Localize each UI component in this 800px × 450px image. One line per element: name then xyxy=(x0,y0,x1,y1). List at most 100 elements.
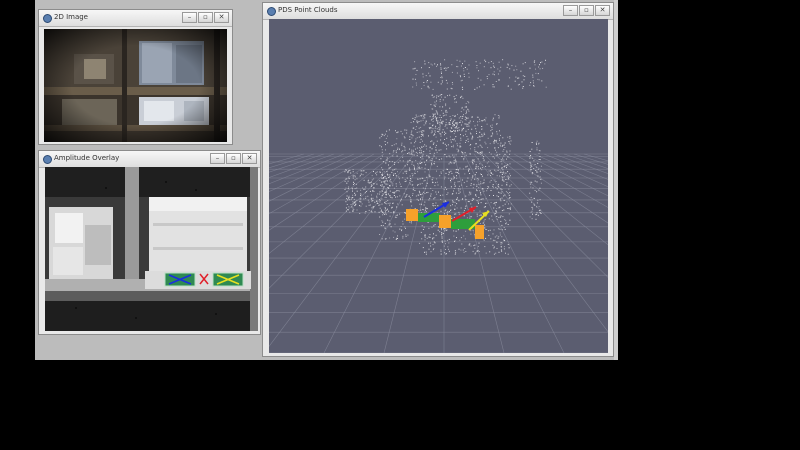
cloud-point xyxy=(409,136,411,138)
cloud-point xyxy=(491,126,493,128)
cloud-point xyxy=(532,213,533,215)
pointcloud-titlebar[interactable]: PDS Point Clouds – ▫ ✕ xyxy=(263,3,613,20)
cloud-point xyxy=(431,131,433,133)
cloud-point xyxy=(466,68,468,70)
cloud-point xyxy=(464,123,466,125)
overlay-titlebar[interactable]: Amplitude Overlay – ▫ ✕ xyxy=(39,151,260,168)
minimize-button[interactable]: – xyxy=(182,12,197,23)
cloud-point xyxy=(469,132,471,134)
cloud-point xyxy=(465,105,467,107)
cloud-point xyxy=(359,213,361,214)
cloud-point xyxy=(452,154,454,156)
cloud-point xyxy=(454,208,456,210)
cloud-point xyxy=(401,204,403,206)
cloud-point xyxy=(472,187,474,189)
cloud-point xyxy=(376,202,378,204)
cloud-point xyxy=(485,237,487,239)
grid-line xyxy=(269,153,415,347)
cloud-point xyxy=(448,163,450,165)
cloud-point xyxy=(538,66,540,68)
cloud-point xyxy=(379,216,381,218)
cloud-point xyxy=(383,177,385,179)
cloud-point xyxy=(440,77,441,78)
cloud-point xyxy=(540,165,542,167)
cloud-point xyxy=(441,242,443,243)
cloud-point xyxy=(537,73,539,75)
cloud-point xyxy=(422,73,424,75)
cloud-point xyxy=(474,244,476,246)
cloud-point xyxy=(354,200,356,202)
cloud-point xyxy=(434,114,436,115)
cloud-point xyxy=(391,145,393,147)
cloud-point xyxy=(442,142,444,144)
cloud-point xyxy=(452,144,454,146)
cloud-point xyxy=(509,150,511,152)
cloud-point xyxy=(446,148,448,150)
cloud-point xyxy=(408,152,410,154)
cloud-point xyxy=(494,140,496,142)
cloud-point xyxy=(483,190,485,192)
pointcloud-viewport[interactable] xyxy=(269,19,608,353)
cloud-point xyxy=(454,115,456,117)
minimize-button[interactable]: – xyxy=(210,153,225,164)
cloud-point xyxy=(425,114,427,116)
cloud-point xyxy=(430,132,432,134)
cloud-point xyxy=(399,181,400,183)
cloud-point xyxy=(448,123,450,125)
point-cloud-3d-view[interactable] xyxy=(269,19,608,353)
cloud-point xyxy=(451,64,453,66)
cloud-point xyxy=(386,157,388,159)
cloud-point xyxy=(510,140,512,142)
image2d-titlebar[interactable]: 2D Image – ▫ ✕ xyxy=(39,10,232,27)
cloud-point xyxy=(438,226,440,228)
cloud-point xyxy=(447,169,448,170)
minimize-button[interactable]: – xyxy=(563,5,578,16)
cloud-point xyxy=(389,185,390,187)
cloud-point xyxy=(423,204,425,206)
cloud-point xyxy=(465,154,467,156)
cloud-point xyxy=(481,128,483,130)
cloud-point xyxy=(406,132,408,134)
cloud-point xyxy=(398,176,400,178)
close-button[interactable]: ✕ xyxy=(242,153,257,164)
cloud-point xyxy=(475,195,477,197)
cloud-point xyxy=(433,241,435,243)
restore-button[interactable]: ▫ xyxy=(579,5,594,16)
cloud-point xyxy=(425,251,427,253)
cloud-point xyxy=(393,192,395,194)
cloud-point xyxy=(378,211,380,213)
cloud-point xyxy=(454,98,456,100)
cloud-point xyxy=(500,245,502,247)
cloud-point xyxy=(419,178,421,180)
cloud-point xyxy=(412,195,413,196)
cloud-point xyxy=(440,67,442,69)
restore-button[interactable]: ▫ xyxy=(198,12,213,23)
cloud-point xyxy=(520,70,522,72)
cloud-point xyxy=(507,179,509,181)
cloud-point xyxy=(535,170,537,171)
cloud-point xyxy=(431,64,433,66)
cloud-point xyxy=(498,216,500,218)
cloud-point xyxy=(422,117,424,119)
cloud-point xyxy=(465,166,467,168)
cloud-point xyxy=(425,145,427,147)
cloud-point xyxy=(533,85,535,87)
cloud-point xyxy=(536,202,538,204)
cloud-point xyxy=(485,117,487,119)
cloud-point xyxy=(489,195,490,196)
cloud-point xyxy=(432,118,434,120)
cloud-point xyxy=(452,123,454,125)
cloud-point xyxy=(379,204,381,206)
close-button[interactable]: ✕ xyxy=(214,12,229,23)
cloud-point xyxy=(444,126,446,127)
restore-button[interactable]: ▫ xyxy=(226,153,241,164)
cloud-point xyxy=(458,248,460,250)
cloud-point xyxy=(442,112,444,114)
cloud-point xyxy=(445,249,446,250)
cloud-point xyxy=(452,178,454,180)
close-button[interactable]: ✕ xyxy=(595,5,610,16)
cloud-point xyxy=(409,182,411,184)
cloud-point xyxy=(429,123,431,125)
cloud-point xyxy=(424,211,426,213)
cloud-point xyxy=(481,164,483,166)
